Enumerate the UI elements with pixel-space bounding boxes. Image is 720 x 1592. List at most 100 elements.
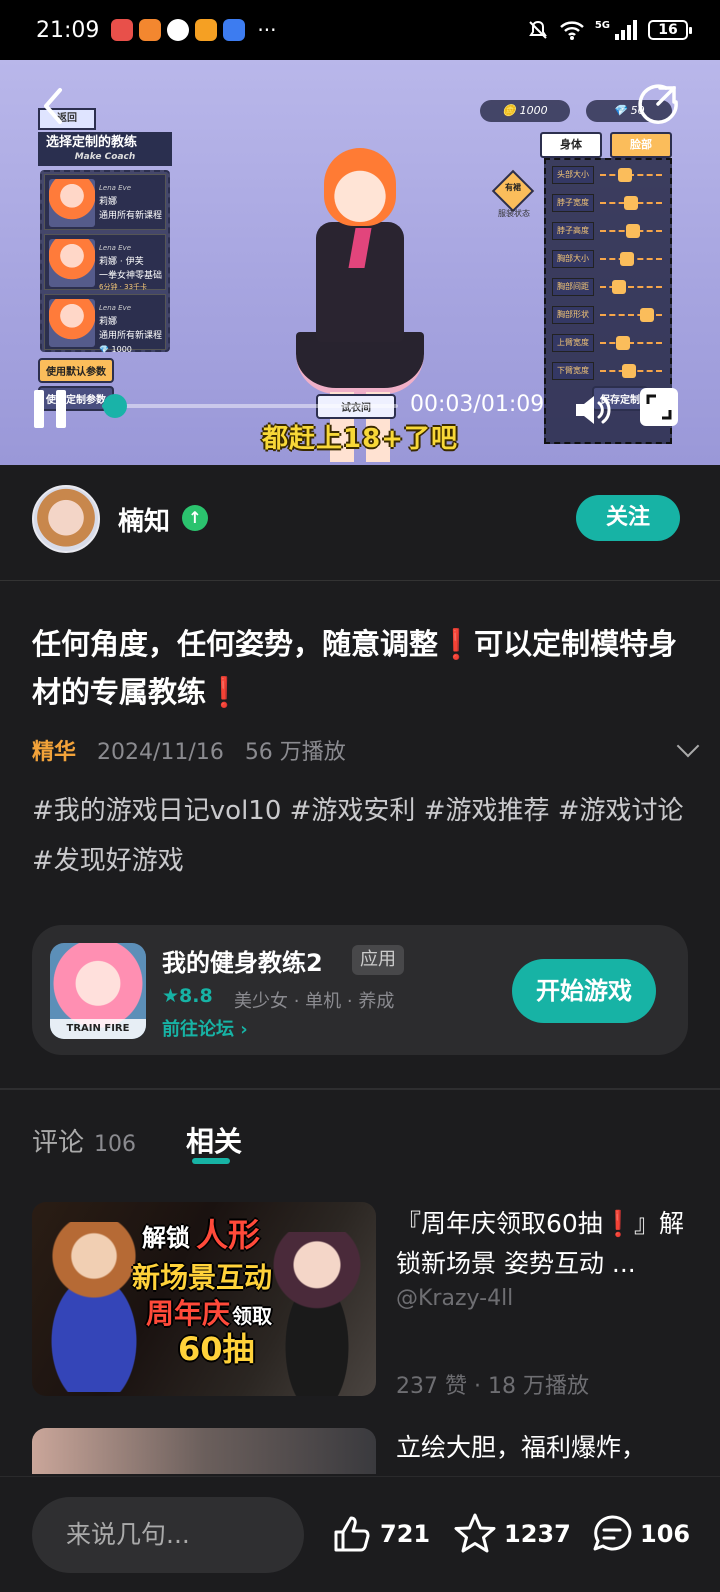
coach-panel-title: 选择定制的教练 Make Coach [38, 132, 172, 166]
current-time: 00:03 [410, 392, 474, 417]
thumb-text: 60抽 [178, 1330, 255, 1368]
coin-value: 1000 [519, 104, 548, 117]
total-time: 01:09 [480, 392, 545, 417]
bottom-action-bar: 来说几句... 721 1237 106 [0, 1476, 720, 1592]
outfit-state-sub: 服装状态 [498, 209, 530, 218]
fullscreen-icon [646, 394, 672, 420]
coach-subtitle-text: Make Coach [74, 152, 136, 162]
coach-title-text: 选择定制的教练 [46, 135, 138, 150]
progress-track[interactable] [102, 404, 398, 408]
fullscreen-button[interactable] [640, 388, 678, 426]
video-subtitle: 都赶上18+了吧 [262, 424, 458, 454]
notification-app-icon [167, 19, 190, 41]
forum-link[interactable]: 前往论坛 › [162, 1015, 248, 1041]
signal-icon [615, 20, 637, 40]
default-params-button: 使用默认参数 [38, 358, 114, 383]
coach-price-value: 1000 [111, 345, 132, 354]
game-type-tag: 应用 [352, 945, 404, 975]
post-date: 2024/11/16 [97, 740, 224, 765]
clock: 21:09 [36, 17, 100, 43]
featured-badge: 精华 [32, 740, 77, 765]
author-name[interactable]: 楠知 [118, 501, 170, 538]
face-tab: 脸部 [610, 132, 672, 158]
pause-button[interactable] [34, 390, 70, 428]
avatar[interactable] [32, 485, 100, 553]
coach-desc: 通用所有新课程 [99, 331, 163, 341]
related-author[interactable]: @Krazy-4ll [396, 1286, 513, 1311]
coach-tag: Lena Eve [99, 304, 132, 312]
video-time: 00:03/01:09 [410, 392, 545, 417]
notification-app-icon [111, 19, 134, 41]
back-icon[interactable] [36, 86, 76, 126]
related-thumbnail[interactable] [32, 1428, 376, 1474]
related-title[interactable]: 『周年庆领取60抽❗』解锁新场景 姿势互动 ... [396, 1204, 686, 1284]
section-divider [0, 1088, 720, 1090]
comment-count: 106 [640, 1520, 691, 1548]
coach-name: 莉娜 · 伊芙 [99, 257, 144, 267]
coach-row: Lena Eve 莉娜 通用所有新课程 💎 1000 [44, 294, 166, 354]
notification-app-icon [139, 19, 162, 41]
progress-handle[interactable] [102, 394, 127, 418]
favorite-count: 1237 [504, 1520, 571, 1548]
game-icon: TRAIN FIRE [50, 943, 146, 1039]
share-icon[interactable] [636, 82, 680, 126]
expand-chevron-icon[interactable] [676, 734, 700, 758]
video-player[interactable]: 返回 选择定制的教练 Make Coach Lena Eve 莉娜 通用所有新课程 … [0, 60, 720, 465]
post-title: 任何角度，任何姿势，随意调整❗可以定制模特身材的专属教练❗ [32, 627, 678, 709]
slider-label: 下臂宽度 [552, 362, 594, 380]
mute-icon [528, 20, 547, 39]
coach-portrait [49, 299, 95, 347]
related-thumbnail[interactable]: 解锁 人形 新场景互动 周年庆 领取 60抽 [32, 1202, 376, 1396]
comment-button[interactable]: 106 [590, 1509, 690, 1559]
favorite-button[interactable]: 1237 [452, 1509, 571, 1559]
thumb-text: 人形 [196, 1216, 261, 1254]
slider-label: 胸部形状 [552, 306, 594, 324]
coach-desc: 一拳女神零基础 [99, 271, 163, 281]
related-title[interactable]: 立绘大胆，福利爆炸， [396, 1428, 686, 1474]
slider-label: 头部大小 [552, 166, 594, 184]
thumbs-up-icon [334, 1516, 370, 1552]
like-button[interactable]: 721 [330, 1509, 430, 1559]
related-stats: 237 赞 · 18 万播放 [396, 1374, 589, 1399]
coach-price: 💎 1000 [99, 345, 132, 354]
tab-comments-count: 106 [94, 1132, 137, 1157]
volume-icon[interactable] [572, 390, 612, 430]
slider-label: 脖子高度 [552, 222, 594, 240]
game-icon-band: TRAIN FIRE [50, 1019, 146, 1039]
wifi-icon [560, 21, 584, 40]
more-notifications-icon: ··· [257, 18, 277, 42]
follow-button[interactable]: 关注 [576, 495, 680, 541]
battery-icon: 16 [648, 20, 692, 40]
comment-bubble-icon [593, 1515, 632, 1551]
comment-input[interactable]: 来说几句... [32, 1497, 304, 1573]
game-card[interactable]: TRAIN FIRE 我的健身教练2 应用 ★8.8 美少女 · 单机 · 养成… [32, 925, 688, 1055]
coach-desc: 通用所有新课程 [99, 211, 163, 221]
coach-portrait [49, 179, 95, 227]
network-type: 5G [594, 19, 610, 31]
post-plays: 56 万播放 [244, 740, 346, 765]
coach-row: Lena Eve 莉娜 · 伊芙 一拳女神零基础 6分钟 · 33千卡 [44, 234, 166, 291]
game-rating: ★8.8 [162, 985, 213, 1007]
coin-counter: 🪙 1000 [480, 100, 570, 122]
tab-comments[interactable]: 评论 106 [32, 1122, 136, 1159]
game-name: 我的健身教练2 [162, 949, 323, 977]
coach-row: Lena Eve 莉娜通用所有新课程 [44, 174, 166, 230]
slider-label: 脖子宽度 [552, 194, 594, 212]
post-meta: 精华 2024/11/16 56 万播放 [32, 734, 700, 766]
coach-extra: 6分钟 · 33千卡 [99, 283, 148, 291]
post-tags[interactable]: #我的游戏日记vol10 #游戏安利 #游戏推荐 #游戏讨论 #发现好游戏 [32, 786, 692, 886]
game-categories: 美少女 · 单机 · 养成 [234, 991, 395, 1012]
active-tab-indicator [192, 1158, 230, 1164]
notification-app-icon [223, 19, 246, 41]
like-count: 721 [380, 1520, 431, 1548]
status-bar: 21:09 ··· 5G 16 [0, 0, 720, 60]
start-game-button[interactable]: 开始游戏 [512, 959, 656, 1023]
coach-tag: Lena Eve [99, 184, 132, 192]
coach-name: 莉娜 [99, 197, 118, 207]
tab-related[interactable]: 相关 [186, 1120, 242, 1160]
coach-portrait [49, 239, 95, 287]
tab-comments-label: 评论 [32, 1128, 85, 1158]
slider-label: 胸部大小 [552, 250, 594, 268]
outfit-state-label: 有裙 [505, 183, 521, 192]
notification-app-icon [195, 19, 218, 41]
